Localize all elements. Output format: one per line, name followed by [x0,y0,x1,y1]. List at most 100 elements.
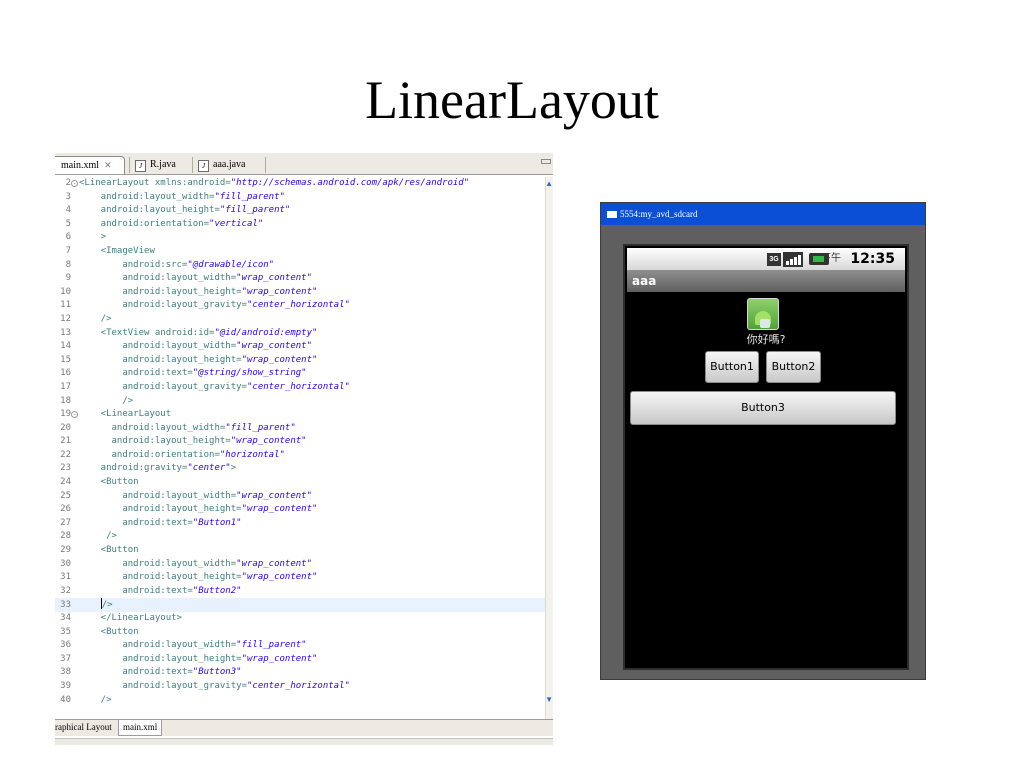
tab-main-xml-source[interactable]: main.xml [118,720,163,736]
code-line[interactable]: 29 <Button [55,544,545,558]
code-line[interactable]: 12 /> [55,313,545,327]
code-line[interactable]: 20 android:layout_width="fill_parent" [55,422,545,436]
code-line[interactable]: 18 /> [55,395,545,409]
code-line[interactable]: 11 android:layout_gravity="center_horizo… [55,299,545,313]
code-text: android:text="Button3" [79,667,242,678]
code-text: <LinearLayout xmlns:android="http://sche… [79,178,470,188]
code-line[interactable]: 23 android:gravity="center"> [55,462,545,476]
signal-icon [783,252,803,267]
line-number: 2 [65,178,71,188]
status-bar [55,738,553,745]
code-line[interactable]: 31 android:layout_height="wrap_content" [55,571,545,585]
code-line[interactable]: 8 android:src="@drawable/icon" [55,259,545,273]
line-number: 35 [60,626,71,637]
line-number: 34 [60,613,71,623]
code-line[interactable]: 5 android:orientation="vertical" [55,218,545,232]
slide-title: LinearLayout [365,70,659,130]
code-text: android:text="Button1" [79,517,242,528]
time-period: 下午 [821,253,841,264]
tab-graphical-layout[interactable]: raphical Layout [55,720,112,735]
line-number: 11 [60,300,71,311]
clock: 12:35 [850,251,895,267]
fold-icon[interactable]: - [71,180,78,187]
code-text: android:layout_gravity="center_horizonta… [79,300,350,311]
emulator-title: 5554:my_avd_sdcard [620,209,698,219]
code-line[interactable]: 9 android:layout_width="wrap_content" [55,272,545,286]
code-line[interactable]: 27 android:text="Button1" [55,517,545,531]
line-number: 38 [60,667,71,678]
code-line[interactable]: 37 android:layout_height="wrap_content" [55,653,545,667]
line-number: 22 [60,449,71,460]
tab-r-java[interactable]: J R.java [135,156,176,174]
code-line[interactable]: 40 /> [55,694,545,708]
code-line[interactable]: 13 <TextView android:id="@id/android:emp… [55,327,545,341]
button1[interactable]: Button1 [705,351,759,383]
code-line[interactable]: 39 android:layout_gravity="center_horizo… [55,680,545,694]
line-number: 3 [65,191,71,202]
fold-icon[interactable]: - [71,411,78,419]
line-number: 18 [60,395,71,406]
code-line[interactable]: 32 android:text="Button2" [55,585,545,599]
code-line[interactable]: 38 android:text="Button3" [55,666,545,680]
code-line[interactable]: 19- <LinearLayout [55,408,545,422]
tab-main-xml[interactable]: main.xml ✕ [55,156,125,174]
button3[interactable]: Button3 [630,391,896,425]
code-line[interactable]: 3 android:layout_width="fill_parent" [55,191,545,205]
code-line[interactable]: 26 android:layout_height="wrap_content" [55,503,545,517]
tab-label: aaa.java [213,159,246,170]
line-number: 40 [60,694,71,705]
code-text: <Button [79,477,139,488]
line-number: 16 [60,368,71,379]
code-line[interactable]: 34 </LinearLayout> [55,612,545,626]
code-text: android:layout_gravity="center_horizonta… [79,680,350,691]
code-text: android:gravity="center"> [79,463,237,474]
code-line[interactable]: 17 android:layout_gravity="center_horizo… [55,381,545,395]
code-line[interactable]: 21 android:layout_height="wrap_content" [55,435,545,449]
code-line[interactable]: 33 /> [55,598,545,612]
code-text: <LinearLayout [79,409,172,420]
code-line[interactable]: 24 <Button [55,476,545,490]
code-line[interactable]: 16 android:text="@string/show_string" [55,367,545,381]
minimize-icon[interactable] [541,159,551,164]
line-number: 10 [60,286,71,297]
line-number: 32 [60,585,71,596]
code-area[interactable]: 2- <LinearLayout xmlns:android="http://sc… [55,177,545,734]
window-icon [607,211,617,218]
code-line[interactable]: 22 android:orientation="horizontal" [55,449,545,463]
code-line[interactable]: 15 android:layout_height="wrap_content" [55,354,545,368]
code-line[interactable]: 36 android:layout_width="fill_parent" [55,639,545,653]
code-text: </LinearLayout> [79,613,182,623]
code-text: /> [79,395,134,406]
code-line[interactable]: 35 <Button [55,626,545,640]
scroll-down-icon[interactable]: ▼ [545,695,553,704]
scroll-up-icon[interactable]: ▲ [545,179,553,188]
line-number: 30 [60,558,71,569]
close-icon[interactable]: ✕ [104,160,112,170]
line-number: 5 [65,218,71,229]
editor-bottom-tabs: raphical Layout main.xml [55,719,553,736]
code-line[interactable]: 4 android:layout_height="fill_parent" [55,204,545,218]
code-text: android:text="Button2" [79,585,242,596]
code-line[interactable]: 10 android:layout_height="wrap_content" [55,286,545,300]
line-number: 7 [65,245,71,256]
code-text: > [79,232,107,243]
editor-tab-bar: main.xml ✕ J R.java Jaaa.java [55,153,553,175]
code-line[interactable]: 30 android:layout_width="wrap_content" [55,558,545,572]
vertical-scrollbar[interactable] [545,177,553,734]
code-line[interactable]: 14 android:layout_width="wrap_content" [55,340,545,354]
code-line[interactable]: 7 <ImageView [55,245,545,259]
code-line[interactable]: 2- <LinearLayout xmlns:android="http://sc… [55,177,545,191]
line-number: 28 [60,531,71,542]
code-line[interactable]: 28 /> [55,530,545,544]
emulator-titlebar[interactable]: 5554:my_avd_sdcard [601,203,925,225]
code-text: android:layout_height="fill_parent" [79,205,291,216]
tab-aaa-java[interactable]: Jaaa.java [198,156,245,174]
button2[interactable]: Button2 [766,351,821,383]
code-text: android:text="@string/show_string" [79,368,307,379]
code-line[interactable]: 6 > [55,231,545,245]
code-text: android:layout_width="fill_parent" [79,422,296,433]
code-line[interactable]: 25 android:layout_width="wrap_content" [55,490,545,504]
tab-label: main.xml [61,160,100,171]
tab-separator [192,157,193,173]
java-file-icon: J [198,160,209,172]
